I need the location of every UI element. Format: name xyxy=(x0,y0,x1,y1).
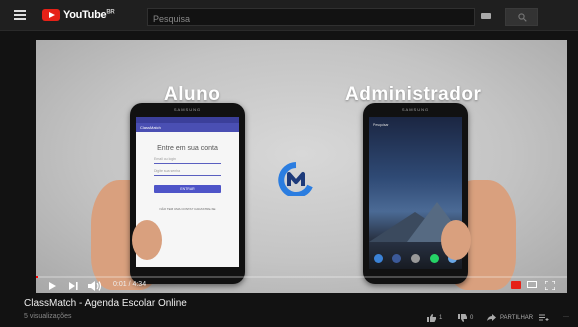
right-thumb xyxy=(441,220,471,260)
phone-brand: SAMSUNG xyxy=(173,107,202,112)
login-title: Entre em sua conta xyxy=(157,145,218,152)
phone-search: Pesquisar xyxy=(373,123,389,127)
facebook-icon xyxy=(392,254,402,263)
thumbs-down-icon xyxy=(458,314,467,322)
theater-mode-icon[interactable] xyxy=(527,281,537,288)
video-title: ClassMatch - Agenda Escolar Online xyxy=(24,298,187,309)
search-box xyxy=(147,8,475,27)
player-controls: 0:01 / 4:34 xyxy=(36,279,567,293)
time-display: 0:01 / 4:34 xyxy=(113,281,147,288)
dislike-button[interactable]: 0 xyxy=(458,314,473,322)
next-icon[interactable] xyxy=(69,282,78,290)
add-to-button[interactable] xyxy=(539,314,549,321)
signup-link: NÃO TEM UMA CONTA? CADASTRE-SE xyxy=(159,207,216,211)
phone-brand: SAMSUNG xyxy=(401,107,430,112)
play-icon[interactable] xyxy=(49,282,56,290)
volume-icon[interactable] xyxy=(88,281,102,291)
password-field: Digite sua senha xyxy=(154,169,221,176)
left-thumb xyxy=(132,220,162,260)
like-button[interactable]: 1 xyxy=(427,314,442,322)
login-button: ENTRAR xyxy=(154,185,221,193)
share-icon xyxy=(487,314,496,321)
add-to-playlist-icon xyxy=(539,314,549,321)
search-icon xyxy=(518,13,527,22)
share-button[interactable]: PARTILHAR xyxy=(487,314,533,321)
dislike-count: 0 xyxy=(470,315,474,321)
youtube-logo[interactable]: YouTubeBR xyxy=(42,8,115,22)
apps-icon xyxy=(410,254,420,263)
view-count: 5 visualizações xyxy=(24,313,72,320)
progress-fill xyxy=(36,276,39,278)
video-player[interactable]: Aluno Administrador SAMSUNG ClassMatch E… xyxy=(36,40,567,293)
whatsapp-icon xyxy=(429,254,439,263)
like-count: 1 xyxy=(439,315,443,321)
phone-app-icon xyxy=(373,254,383,263)
more-button[interactable]: ··· xyxy=(563,314,569,320)
classmatch-logo xyxy=(278,162,313,196)
search-button[interactable] xyxy=(505,8,538,26)
youtube-play-icon xyxy=(42,9,60,21)
logo-text: YouTubeBR xyxy=(63,9,115,21)
keyboard-icon[interactable] xyxy=(481,13,491,19)
search-input[interactable] xyxy=(148,11,453,27)
subtitles-icon[interactable] xyxy=(511,281,521,289)
menu-icon[interactable] xyxy=(14,10,26,20)
fullscreen-icon[interactable] xyxy=(545,281,555,290)
email-field: Email ou login xyxy=(154,157,221,164)
more-icon: ··· xyxy=(563,314,569,320)
app-title-bar: ClassMatch xyxy=(136,123,239,132)
share-label: PARTILHAR xyxy=(500,314,534,321)
masthead: YouTubeBR xyxy=(0,0,578,31)
thumbs-up-icon xyxy=(427,314,436,322)
video-frame: Aluno Administrador SAMSUNG ClassMatch E… xyxy=(36,40,567,293)
progress-bar[interactable] xyxy=(36,276,567,278)
